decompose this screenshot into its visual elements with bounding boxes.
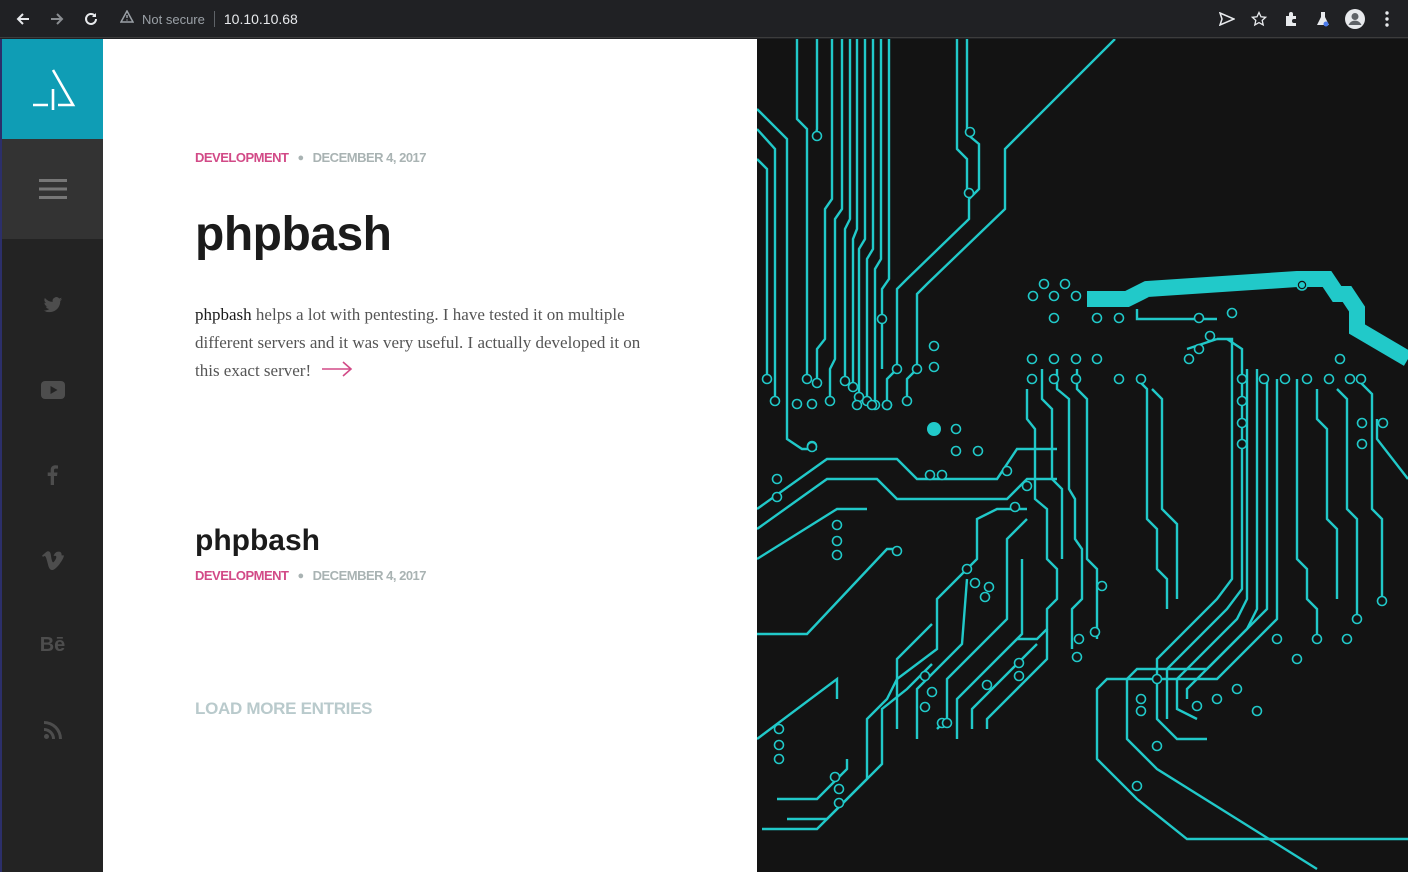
post-date[interactable]: DECEMBER 4, 2017 xyxy=(313,150,427,165)
facebook-link[interactable] xyxy=(2,460,103,490)
post2-meta: DEVELOPMENT ● DECEMBER 4, 2017 xyxy=(195,568,427,583)
vimeo-icon xyxy=(41,550,64,570)
menu-button[interactable] xyxy=(2,139,103,239)
post-category-link[interactable]: DEVELOPMENT xyxy=(195,150,289,165)
load-more-button[interactable]: LOAD MORE ENTRIES xyxy=(195,699,372,719)
vimeo-link[interactable] xyxy=(2,545,103,575)
browser-toolbar: Not secure 10.10.10.68 xyxy=(0,0,1408,38)
youtube-link[interactable] xyxy=(2,375,103,405)
star-icon[interactable] xyxy=(1248,8,1270,30)
lab-flask-icon[interactable] xyxy=(1312,8,1334,30)
behance-link[interactable]: Bē xyxy=(2,630,103,660)
post2-title[interactable]: phpbash xyxy=(195,524,320,558)
youtube-icon xyxy=(40,381,65,399)
meta-separator: ● xyxy=(297,569,304,582)
post2-category-link[interactable]: DEVELOPMENT xyxy=(195,568,289,583)
address-bar[interactable]: Not secure 10.10.10.68 xyxy=(108,4,1228,34)
kebab-menu-icon[interactable] xyxy=(1376,8,1398,30)
warning-icon[interactable] xyxy=(119,9,135,28)
post2-date[interactable]: DECEMBER 4, 2017 xyxy=(313,568,427,583)
sidebar: Bē xyxy=(0,39,103,872)
post-meta: DEVELOPMENT ● DECEMBER 4, 2017 xyxy=(195,150,427,165)
profile-avatar-icon[interactable] xyxy=(1344,8,1366,30)
security-label: Not secure xyxy=(142,11,205,27)
behance-icon: Bē xyxy=(39,633,66,656)
extensions-icon[interactable] xyxy=(1280,8,1302,30)
url-text[interactable]: 10.10.10.68 xyxy=(224,11,298,27)
forward-arrow-icon[interactable] xyxy=(46,8,68,30)
post-excerpt: phpbash helps a lot with pentesting. I h… xyxy=(195,301,665,386)
post-title[interactable]: phpbash xyxy=(195,207,392,262)
send-icon[interactable] xyxy=(1216,8,1238,30)
omnibox-separator xyxy=(213,11,215,27)
circuit-graphic xyxy=(757,39,1408,871)
twitter-link[interactable] xyxy=(2,290,103,320)
twitter-icon xyxy=(43,296,62,312)
circuit-board-image xyxy=(757,39,1408,872)
site-logo[interactable] xyxy=(2,39,103,139)
read-more-arrow-icon[interactable] xyxy=(321,358,353,386)
meta-separator: ● xyxy=(297,151,304,164)
reload-icon[interactable] xyxy=(80,8,102,30)
blog-content: DEVELOPMENT ● DECEMBER 4, 2017 phpbash p… xyxy=(103,39,757,872)
facebook-icon xyxy=(47,465,58,485)
tree-logo-icon xyxy=(32,69,75,110)
rss-link[interactable] xyxy=(2,715,103,745)
back-arrow-icon[interactable] xyxy=(12,8,34,30)
rss-icon xyxy=(43,721,62,739)
hamburger-icon xyxy=(38,179,67,199)
excerpt-lead: phpbash xyxy=(195,305,252,324)
excerpt-body: helps a lot with pentesting. I have test… xyxy=(195,305,641,380)
